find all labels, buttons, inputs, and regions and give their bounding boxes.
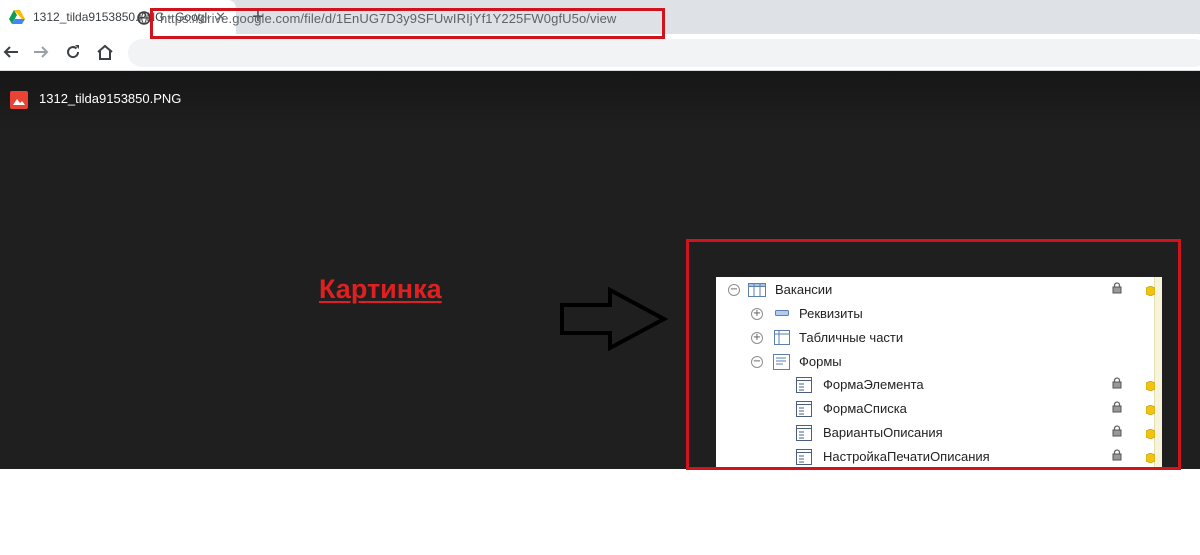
google-drive-icon: [9, 10, 25, 24]
outline-arrow-right-icon: [560, 287, 669, 351]
url-highlight-box: [150, 8, 665, 39]
arrow-left-icon: [3, 46, 18, 58]
home-button[interactable]: [94, 41, 116, 63]
reload-button[interactable]: [62, 41, 84, 63]
forward-button[interactable]: [30, 41, 52, 63]
browser-toolbar: [0, 34, 1200, 71]
home-icon: [97, 44, 113, 60]
arrow-right-icon: [34, 46, 49, 58]
reload-icon: [67, 45, 80, 59]
address-bar[interactable]: [128, 39, 1200, 67]
drive-image-viewer: 1312_tilda9153850.PNG Картинка − Ваканси…: [0, 71, 1200, 470]
image-file-icon: [10, 91, 28, 109]
annotation-label: Картинка: [319, 274, 442, 304]
image-highlight-box: [686, 239, 1181, 470]
site-info-icon[interactable]: [137, 11, 151, 25]
back-button[interactable]: [0, 41, 22, 63]
file-name: 1312_tilda9153850.PNG: [39, 91, 182, 106]
